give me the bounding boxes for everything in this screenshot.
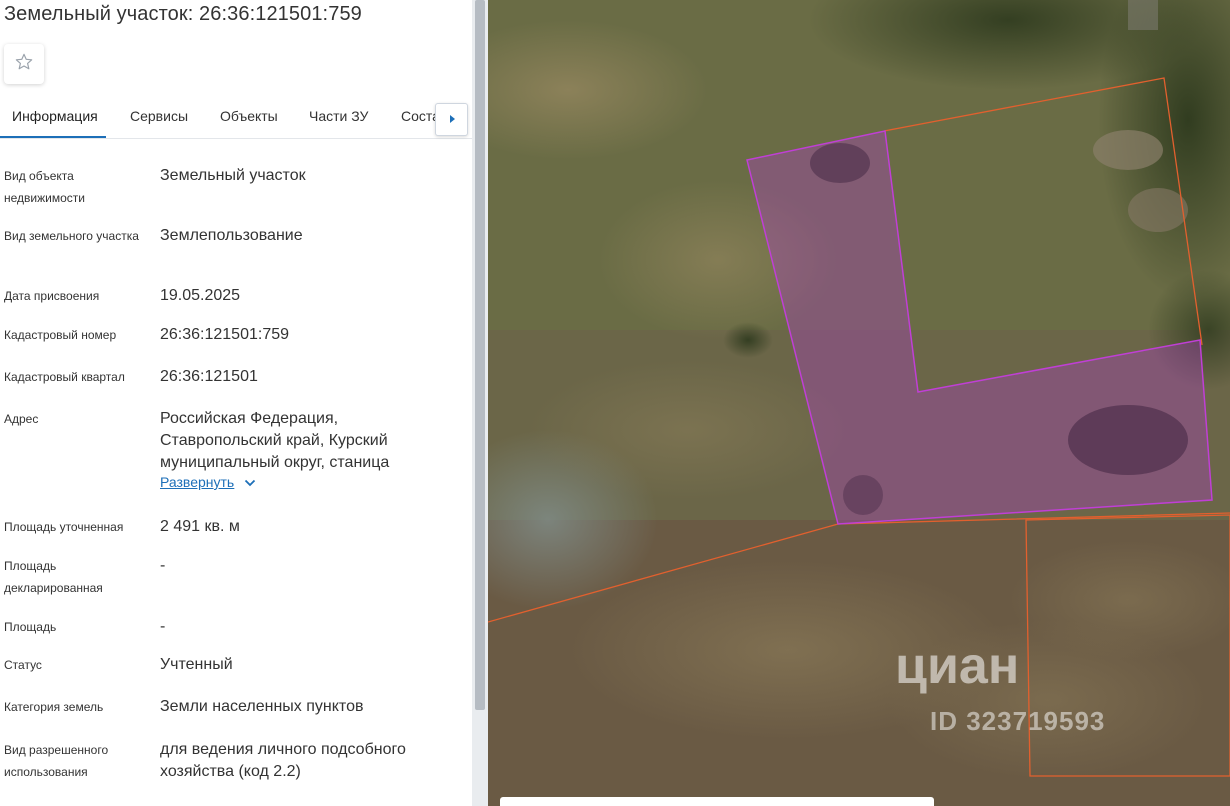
tab-land-parts[interactable]: Части ЗУ xyxy=(309,96,368,136)
caret-right-icon xyxy=(448,111,456,129)
field-label: Кадастровый номер xyxy=(4,328,117,342)
field-value: Учтенный xyxy=(160,656,233,673)
field-label: Вид разрешенного использования xyxy=(4,743,109,779)
field-label: Адрес xyxy=(4,412,39,426)
chevron-down-icon xyxy=(244,474,256,490)
tab-information[interactable]: Информация xyxy=(0,96,106,138)
field-value: 26:36:121501 xyxy=(160,368,258,385)
star-icon xyxy=(14,52,34,77)
field-value: - xyxy=(160,618,166,635)
field-value: Земли населенных пунктов xyxy=(160,698,364,715)
info-panel: Земельный участок: 26:36:121501:759 Инфо… xyxy=(0,0,472,806)
field-address: Адрес Российская Федерация, Ставропольск… xyxy=(0,408,472,500)
field-value: 2 491 кв. м xyxy=(160,518,240,535)
page-title: Земельный участок: 26:36:121501:759 xyxy=(4,3,362,25)
map-canvas xyxy=(488,0,1230,806)
field-label: Кадастровый квартал xyxy=(4,370,125,384)
field-label: Площадь декларированная xyxy=(4,559,103,595)
expand-address-link[interactable]: Развернуть xyxy=(160,474,256,490)
panel-scrollbar[interactable] xyxy=(472,0,488,806)
map-bottom-bar xyxy=(500,797,934,806)
tabs-scroll-right-button[interactable] xyxy=(435,103,468,136)
field-label: Вид объекта недвижимости xyxy=(4,169,85,205)
tab-bar: Информация Сервисы Объекты Части ЗУ Сост… xyxy=(0,96,472,139)
field-value: для ведения личного подсобного хозяйства… xyxy=(160,741,406,780)
field-label: Категория земель xyxy=(4,700,104,714)
field-value: 19.05.2025 xyxy=(160,287,241,304)
tab-services[interactable]: Сервисы xyxy=(130,96,188,136)
scrollbar-thumb[interactable] xyxy=(475,0,485,710)
field-label: Площадь уточненная xyxy=(4,520,124,534)
field-value: Российская Федерация, Ставропольский кра… xyxy=(160,410,390,471)
field-label: Дата присвоения xyxy=(4,289,100,303)
field-label: Площадь xyxy=(4,620,57,634)
field-label: Вид земельного участка xyxy=(4,229,139,243)
field-value: Землепользование xyxy=(160,227,303,244)
expand-link-label: Развернуть xyxy=(160,474,235,490)
field-value: Земельный участок xyxy=(160,167,306,184)
field-value: 26:36:121501:759 xyxy=(160,326,290,343)
tab-objects[interactable]: Объекты xyxy=(220,96,278,136)
favorite-button[interactable] xyxy=(4,44,44,84)
field-label: Статус xyxy=(4,658,42,672)
field-value: - xyxy=(160,557,166,574)
satellite-map[interactable] xyxy=(488,0,1230,806)
